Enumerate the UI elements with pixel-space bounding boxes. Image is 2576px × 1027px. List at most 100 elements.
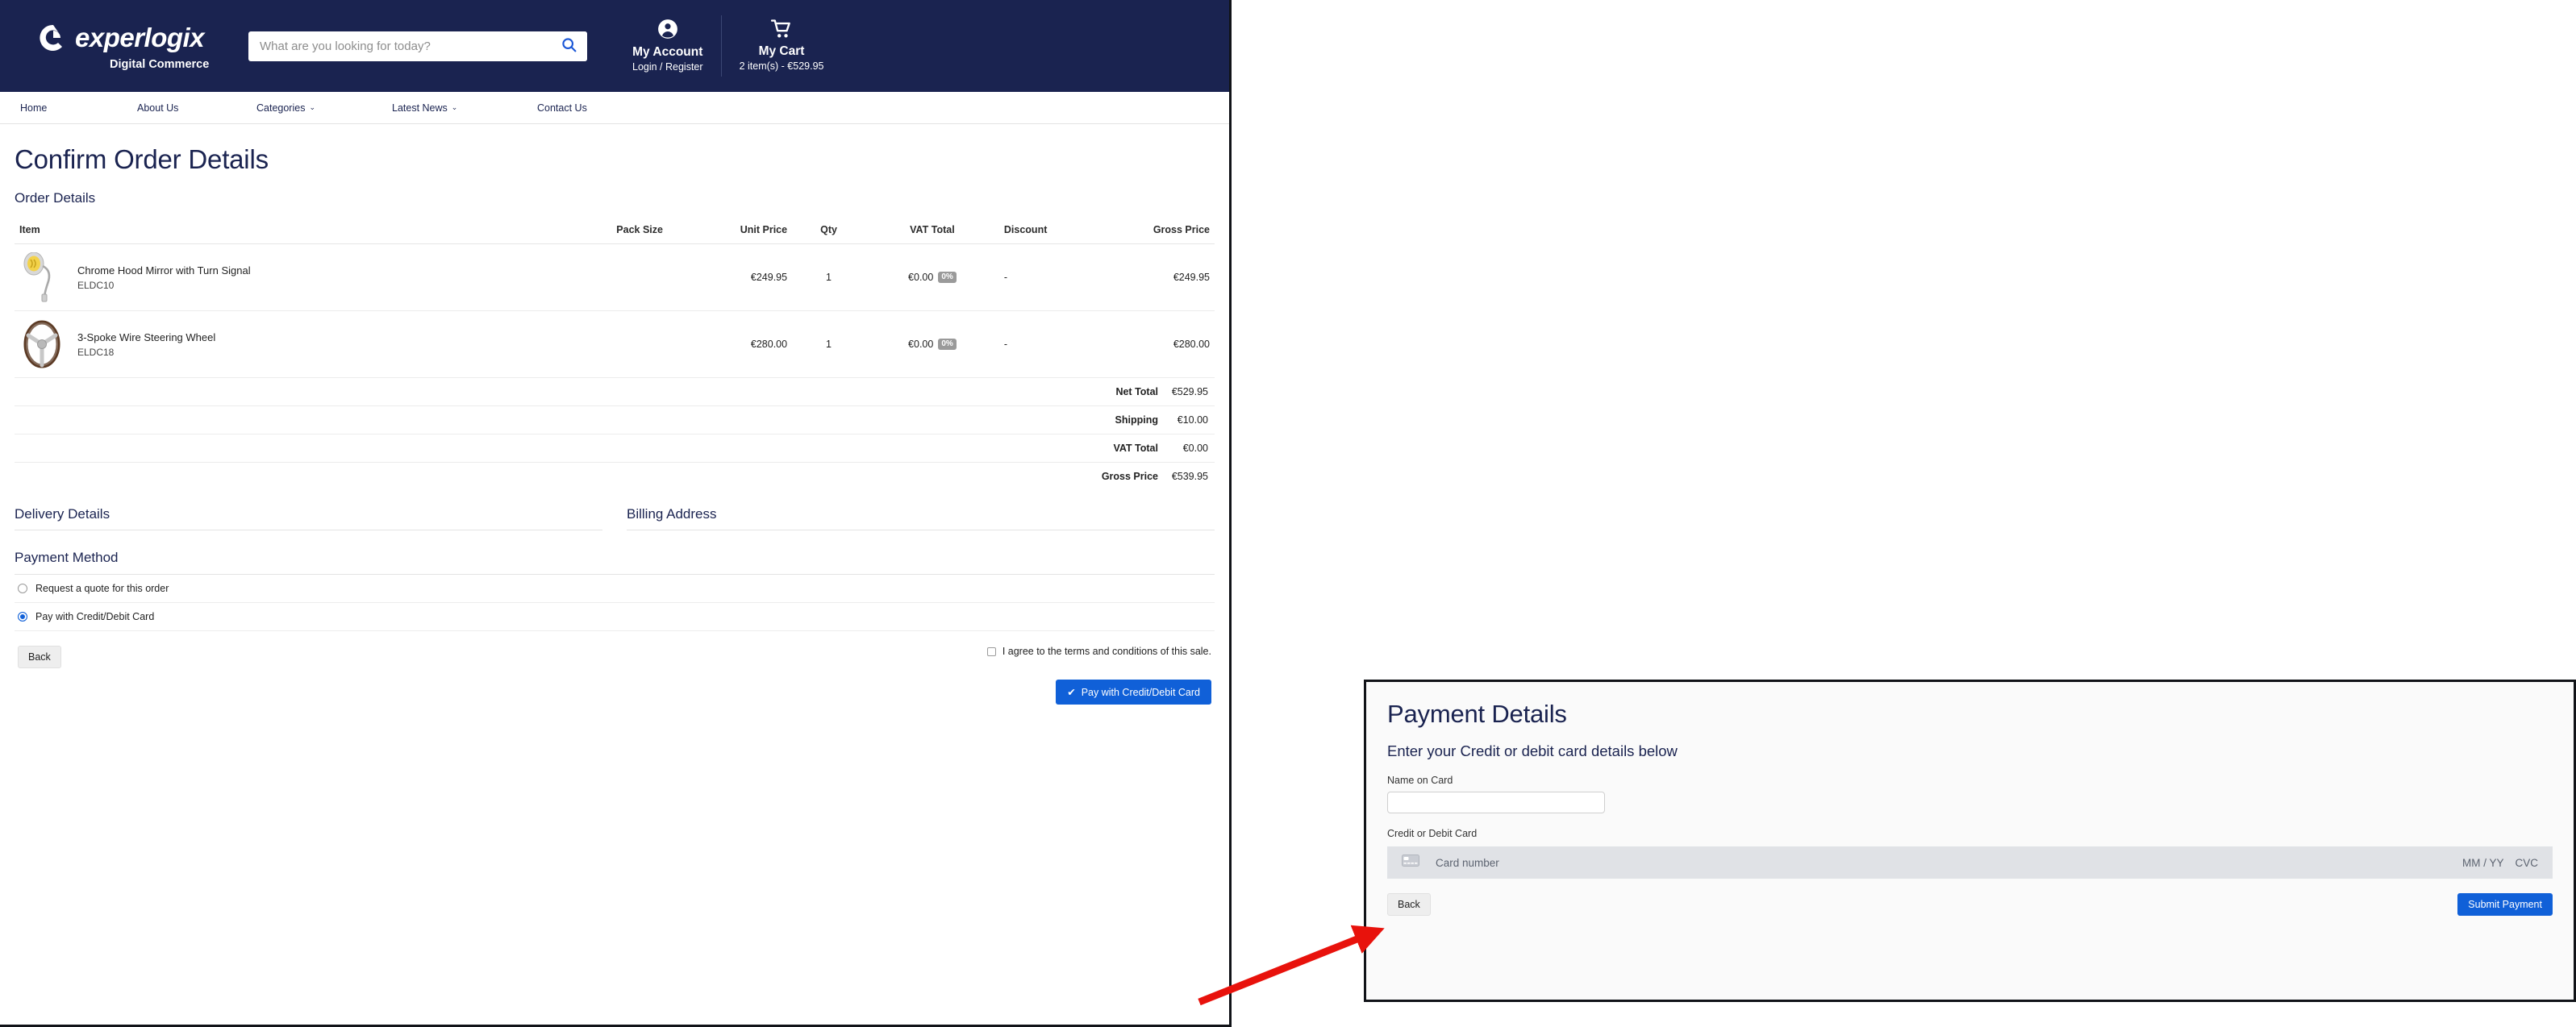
- page-title: Confirm Order Details: [15, 144, 1215, 175]
- steering-wheel-thumb: [19, 319, 65, 369]
- chevron-down-icon: ⌄: [452, 104, 458, 111]
- hood-mirror-thumb: [19, 252, 65, 302]
- vat-rate-badge: 0%: [938, 272, 956, 283]
- terms-label: I agree to the terms and conditions of t…: [1002, 646, 1211, 657]
- header-user-actions: My Account Login / Register My Cart 2 it…: [615, 15, 841, 77]
- back-button[interactable]: Back: [18, 646, 61, 668]
- delivery-details-heading: Delivery Details: [15, 506, 602, 530]
- checkout-content: Confirm Order Details Order Details Item…: [0, 144, 1229, 705]
- totals-row-shipping: Shipping €10.00: [15, 406, 1215, 434]
- col-item: Item: [15, 221, 540, 244]
- login-register-label: Login / Register: [632, 60, 703, 73]
- col-qty: Qty: [792, 221, 865, 244]
- credit-or-debit-card-label: Credit or Debit Card: [1387, 828, 2553, 839]
- gross-price-label: Gross Price: [15, 463, 1163, 491]
- storefront-page: experlogix Digital Commerce: [0, 0, 1232, 1027]
- search-button[interactable]: [550, 31, 587, 61]
- credit-card-icon: [1402, 854, 1419, 871]
- my-account-link[interactable]: My Account Login / Register: [615, 15, 721, 77]
- net-total-label: Net Total: [15, 378, 1163, 406]
- col-vat-total: VAT Total: [865, 221, 999, 244]
- item-discount: -: [999, 244, 1123, 311]
- billing-address-section: Billing Address: [627, 506, 1215, 530]
- table-row[interactable]: 3-Spoke Wire Steering Wheel ELDC18 €280.…: [15, 311, 1215, 378]
- order-totals-table: Net Total €529.95 Shipping €10.00 VAT To…: [15, 378, 1215, 490]
- billing-address-heading: Billing Address: [627, 506, 1215, 530]
- payment-back-button[interactable]: Back: [1387, 893, 1431, 916]
- item-sku: ELDC10: [77, 280, 251, 291]
- shipping-label: Shipping: [15, 406, 1163, 434]
- radio-credit-debit-card-icon[interactable]: [18, 612, 27, 622]
- vat-total-label: VAT Total: [15, 434, 1163, 463]
- checkout-actions: Back I agree to the terms and conditions…: [15, 646, 1215, 705]
- nav-label-categories: Categories: [256, 102, 305, 114]
- payment-option-label: Pay with Credit/Debit Card: [35, 611, 154, 622]
- net-total-value: €529.95: [1163, 378, 1215, 406]
- order-item-cell: Chrome Hood Mirror with Turn Signal ELDC…: [15, 244, 540, 311]
- experlogix-logo-icon: [37, 22, 69, 54]
- radio-request-quote-icon[interactable]: [18, 584, 27, 593]
- nav-item-categories[interactable]: Categories ⌄: [256, 102, 392, 114]
- item-name: 3-Spoke Wire Steering Wheel: [77, 331, 215, 343]
- item-qty: 1: [792, 311, 865, 378]
- card-number-field[interactable]: Card number MM / YY CVC: [1387, 846, 2553, 879]
- my-account-label: My Account: [632, 45, 702, 60]
- item-pack-size: [540, 311, 668, 378]
- search-icon: [561, 36, 577, 56]
- item-vat-total-cell: €0.00 0%: [865, 244, 999, 311]
- order-table-header-row: Item Pack Size Unit Price Qty VAT Total …: [15, 221, 1215, 244]
- payment-option-request-quote[interactable]: Request a quote for this order: [15, 575, 1215, 603]
- vat-rate-badge: 0%: [938, 339, 956, 350]
- item-pack-size: [540, 244, 668, 311]
- order-item-cell: 3-Spoke Wire Steering Wheel ELDC18: [15, 311, 540, 378]
- item-discount: -: [999, 311, 1123, 378]
- item-vat-total-cell: €0.00 0%: [865, 311, 999, 378]
- site-header: experlogix Digital Commerce: [0, 0, 1229, 92]
- table-row[interactable]: Chrome Hood Mirror with Turn Signal ELDC…: [15, 244, 1215, 311]
- site-logo[interactable]: experlogix Digital Commerce: [37, 22, 239, 71]
- payment-panel-subtitle: Enter your Credit or debit card details …: [1387, 742, 2553, 760]
- nav-item-latest-news[interactable]: Latest News ⌄: [392, 102, 537, 114]
- nav-label-about-us: About Us: [137, 102, 178, 114]
- payment-method-heading: Payment Method: [15, 550, 1215, 575]
- item-gross-price: €249.95: [1123, 244, 1215, 311]
- nav-label-latest-news: Latest News: [392, 102, 448, 114]
- gross-price-value: €539.95: [1163, 463, 1215, 491]
- pay-button-label: Pay with Credit/Debit Card: [1082, 687, 1200, 698]
- check-icon: ✔: [1067, 686, 1075, 698]
- chevron-down-icon: ⌄: [309, 104, 315, 111]
- shopping-cart-icon: [771, 19, 793, 43]
- payment-option-credit-debit-card[interactable]: Pay with Credit/Debit Card: [15, 603, 1215, 631]
- main-navigation: Home About Us Categories ⌄ Latest News ⌄…: [0, 92, 1229, 124]
- name-on-card-input[interactable]: [1387, 792, 1605, 813]
- totals-row-gross-price: Gross Price €539.95: [15, 463, 1215, 491]
- nav-item-home[interactable]: Home: [20, 102, 137, 114]
- totals-row-net-total: Net Total €529.95: [15, 378, 1215, 406]
- cart-summary-label: 2 item(s) - €529.95: [740, 60, 824, 73]
- item-sku: ELDC18: [77, 347, 215, 358]
- vat-total-value: €0.00: [1163, 434, 1215, 463]
- pay-with-credit-debit-card-button[interactable]: ✔ Pay with Credit/Debit Card: [1056, 680, 1211, 705]
- col-gross-price: Gross Price: [1123, 221, 1215, 244]
- terms-and-pay-block: I agree to the terms and conditions of t…: [987, 646, 1211, 705]
- item-vat-total: €0.00: [908, 339, 933, 350]
- shipping-value: €10.00: [1163, 406, 1215, 434]
- nav-item-about-us[interactable]: About Us: [137, 102, 256, 114]
- user-account-icon: [657, 19, 678, 44]
- name-on-card-label: Name on Card: [1387, 775, 2553, 786]
- my-cart-label: My Cart: [759, 44, 805, 59]
- nav-item-contact-us[interactable]: Contact Us: [537, 102, 587, 114]
- payment-panel-title: Payment Details: [1387, 700, 2553, 729]
- payment-panel-actions: Back Submit Payment: [1387, 893, 2553, 916]
- item-gross-price: €280.00: [1123, 311, 1215, 378]
- terms-checkbox-row[interactable]: I agree to the terms and conditions of t…: [987, 646, 1211, 657]
- site-search[interactable]: [248, 31, 587, 61]
- card-number-placeholder: Card number: [1436, 857, 1499, 869]
- order-items-table: Item Pack Size Unit Price Qty VAT Total …: [15, 221, 1215, 378]
- item-vat-total: €0.00: [908, 272, 933, 283]
- search-input[interactable]: [248, 31, 550, 61]
- terms-checkbox[interactable]: [987, 647, 996, 656]
- delivery-details-section: Delivery Details: [15, 506, 602, 530]
- submit-payment-button[interactable]: Submit Payment: [2457, 893, 2553, 916]
- my-cart-link[interactable]: My Cart 2 item(s) - €529.95: [721, 15, 842, 77]
